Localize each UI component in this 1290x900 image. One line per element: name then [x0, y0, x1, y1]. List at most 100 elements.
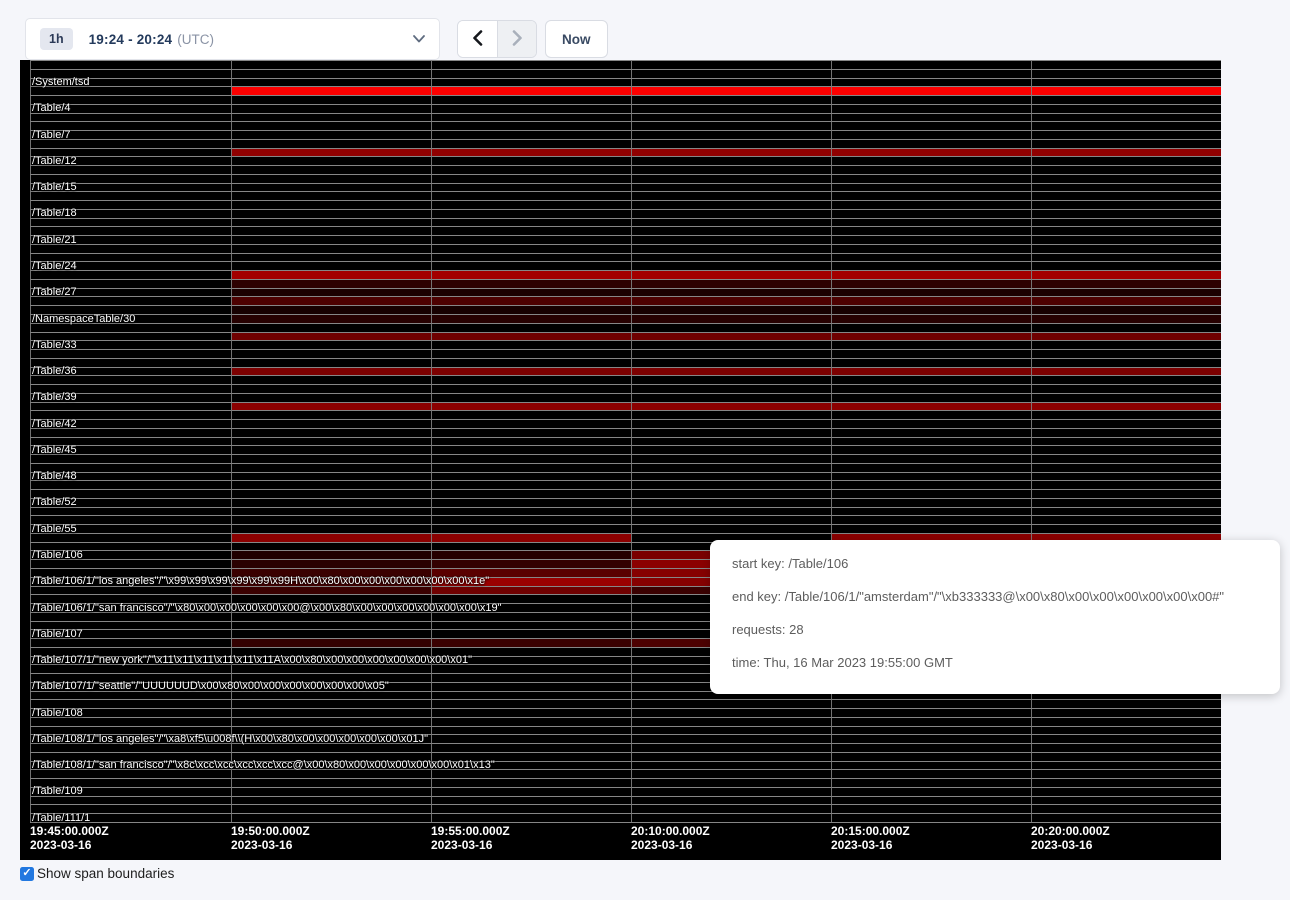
time-nav-group [457, 20, 537, 58]
chevron-right-icon [512, 30, 523, 49]
span-boundary-row [30, 454, 1221, 463]
span-boundary-row [30, 244, 1221, 253]
heat-cell[interactable] [231, 289, 1221, 297]
x-axis-tick-label: 20:20:00.000Z2023-03-16 [1031, 824, 1110, 852]
time-range-label: 19:24 - 20:24 [89, 32, 173, 47]
span-boundary-row [30, 524, 1221, 533]
heat-cell[interactable] [431, 587, 631, 595]
toolbar: 1h 19:24 - 20:24 (UTC) Now [0, 0, 1290, 60]
span-boundary-row [30, 253, 1221, 262]
time-range-selector[interactable]: 1h 19:24 - 20:24 (UTC) [25, 18, 440, 60]
heat-cell[interactable] [231, 280, 1221, 288]
span-label: /Table/24 [32, 261, 77, 272]
span-boundary-row [30, 489, 1221, 498]
span-label: /Table/18 [32, 208, 77, 219]
span-boundary-row [30, 358, 1221, 367]
span-boundary-row [30, 498, 1221, 507]
span-label: /Table/36 [32, 366, 77, 377]
span-boundary-row [30, 410, 1221, 419]
heat-cell[interactable] [431, 639, 631, 647]
span-label: /Table/12 [32, 156, 77, 167]
heat-cell[interactable] [231, 560, 431, 568]
span-boundary-row [30, 121, 1221, 130]
span-label: /Table/42 [32, 419, 77, 430]
span-boundary-row [30, 174, 1221, 183]
span-label: /Table/4 [32, 103, 71, 114]
prev-time-button[interactable] [458, 21, 497, 57]
heat-cell[interactable] [231, 297, 1221, 305]
span-boundary-row [30, 804, 1221, 813]
x-axis-tick-label: 20:15:00.000Z2023-03-16 [831, 824, 910, 852]
span-boundary-row [30, 261, 1221, 270]
heat-cell[interactable] [231, 149, 1221, 157]
next-time-button[interactable] [497, 21, 536, 57]
span-boundaries-label: Show span boundaries [37, 866, 174, 881]
x-axis-tick-label: 19:45:00.000Z2023-03-16 [30, 824, 109, 852]
span-boundary-row [30, 507, 1221, 516]
span-boundary-row [30, 787, 1221, 796]
heat-cell[interactable] [231, 333, 1221, 341]
span-boundary-row [30, 95, 1221, 104]
key-visualizer-canvas[interactable]: /System/tsd/Table/4/Table/7/Table/12/Tab… [20, 60, 1221, 860]
span-boundary-row [30, 708, 1221, 717]
time-preset-badge: 1h [40, 28, 73, 50]
span-boundary-row [30, 130, 1221, 139]
span-boundary-row [30, 104, 1221, 113]
time-gridline [831, 60, 832, 822]
x-axis-tick-label: 20:10:00.000Z2023-03-16 [631, 824, 710, 852]
heat-cell[interactable] [231, 271, 1221, 279]
heat-cell[interactable] [231, 587, 431, 595]
heat-cell[interactable] [231, 315, 1221, 323]
time-gridline [231, 60, 232, 822]
span-boundary-row [30, 156, 1221, 165]
span-boundary-row [30, 340, 1221, 349]
heat-cell[interactable] [231, 403, 1221, 411]
span-label: /Table/21 [32, 235, 77, 246]
span-boundary-row [30, 375, 1221, 384]
chevron-down-icon [413, 35, 425, 43]
heat-cell[interactable] [431, 551, 631, 559]
span-boundaries-checkbox[interactable]: ✓ [20, 867, 34, 881]
span-label: /Table/107 [32, 629, 83, 640]
chevron-left-icon [472, 30, 483, 49]
span-label: /Table/33 [32, 340, 77, 351]
heat-cell[interactable] [231, 639, 431, 647]
span-boundary-row [30, 515, 1221, 524]
heat-cell[interactable] [431, 560, 631, 568]
span-label: /Table/111/1 [32, 813, 90, 824]
span-boundary-row [30, 113, 1221, 122]
heatmap-plot: /System/tsd/Table/4/Table/7/Table/12/Tab… [30, 60, 1221, 822]
span-label: /NamespaceTable/30 [32, 314, 135, 325]
heat-cell[interactable] [231, 368, 1221, 376]
span-boundary-row [30, 139, 1221, 148]
span-boundary-row [30, 813, 1221, 822]
span-boundary-row [30, 69, 1221, 78]
x-axis-tick-label: 19:50:00.000Z2023-03-16 [231, 824, 310, 852]
span-label: /Table/106/1/"san francisco"/"\x80\x00\x… [32, 603, 502, 614]
span-label: /Table/48 [32, 471, 77, 482]
span-boundary-row [30, 717, 1221, 726]
heat-cell[interactable] [231, 306, 1221, 314]
span-label: /Table/45 [32, 445, 77, 456]
now-button[interactable]: Now [545, 20, 608, 58]
span-boundary-row [30, 226, 1221, 235]
span-boundary-row [30, 428, 1221, 437]
heat-cell[interactable] [231, 551, 431, 559]
plot-bottom-line [30, 822, 1221, 823]
span-label: /Table/108 [32, 708, 83, 719]
span-boundary-row [30, 472, 1221, 481]
time-gridline [431, 60, 432, 822]
span-boundary-row [30, 796, 1221, 805]
span-label: /Table/106 [32, 550, 83, 561]
span-boundary-row [30, 699, 1221, 708]
span-boundary-row [30, 191, 1221, 200]
span-boundary-row [30, 437, 1221, 446]
span-boundary-row [30, 323, 1221, 332]
span-label: /Table/108/1/"san francisco"/"\x8c\xcc\x… [32, 760, 495, 771]
heat-cell[interactable] [231, 87, 1221, 95]
x-axis-tick-label: 19:55:00.000Z2023-03-16 [431, 824, 510, 852]
span-boundary-row [30, 480, 1221, 489]
hover-tooltip: start key: /Table/106end key: /Table/106… [710, 540, 1280, 694]
span-boundary-row [30, 209, 1221, 218]
span-boundary-row [30, 463, 1221, 472]
